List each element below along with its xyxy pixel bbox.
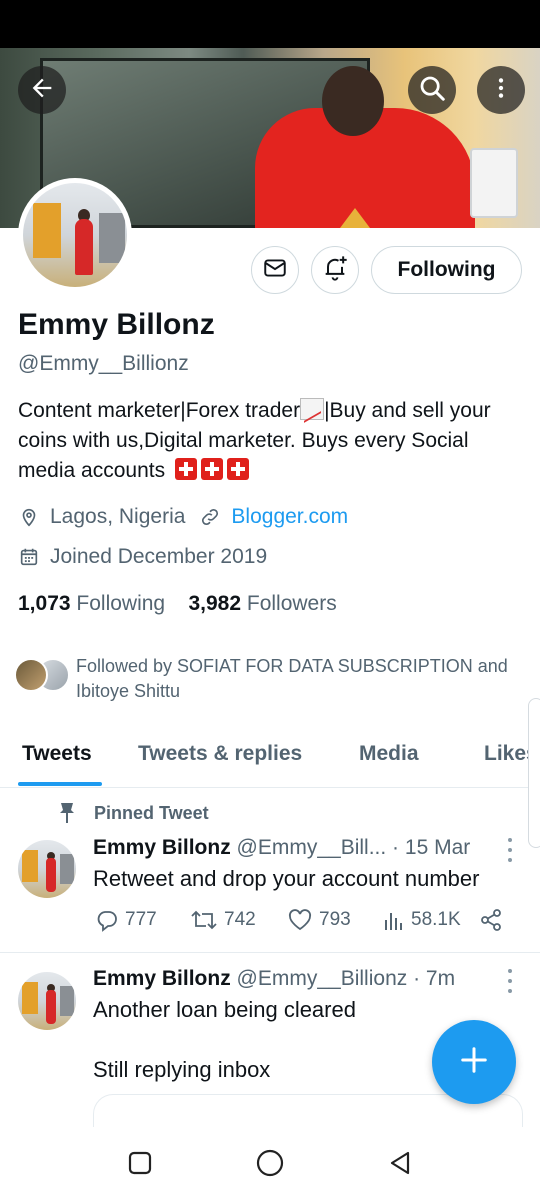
notifications-button[interactable]	[311, 246, 359, 294]
tweet-more-button[interactable]	[500, 969, 520, 993]
swiss-flag-icon	[174, 458, 197, 480]
search-icon	[417, 73, 447, 108]
views-icon	[383, 908, 405, 932]
followers-label: Followers	[246, 592, 337, 615]
reply-icon	[95, 908, 119, 932]
like-button[interactable]: 793	[287, 908, 351, 932]
following-label: Following	[76, 592, 166, 615]
share-button[interactable]	[479, 908, 509, 932]
profile-meta-location-row: Lagos, Nigeria Blogger.com	[18, 505, 348, 529]
tweet-header: Emmy Billonz @Emmy__Bill... · 15 Mar	[93, 836, 470, 860]
tweet-meta: @Emmy__Bill... · 15 Mar	[236, 836, 471, 859]
profile-bio: Content marketer|Forex trader |Buy and se…	[18, 396, 523, 486]
bio-text: Content marketer|Forex trader	[18, 399, 301, 422]
location-pin-icon	[18, 506, 40, 528]
reply-button[interactable]: 777	[95, 908, 157, 932]
profile-meta-joined-row: Joined December 2019	[18, 545, 267, 569]
tweet-text: Retweet and drop your account number	[93, 866, 480, 891]
tweet-more-button[interactable]	[500, 838, 520, 862]
heart-icon	[287, 908, 313, 932]
pinned-tweet-label: Pinned Tweet	[58, 802, 209, 824]
retweet-button[interactable]: 742	[190, 908, 256, 932]
back-button[interactable]	[18, 66, 66, 114]
retweet-icon	[190, 908, 218, 932]
following-button[interactable]: Following	[371, 246, 522, 294]
link-icon	[199, 506, 221, 528]
more-vertical-icon	[488, 75, 514, 106]
user-handle: @Emmy__Billionz	[18, 352, 189, 375]
status-bar	[0, 0, 540, 48]
tweet-text-line-2: Still replying inbox	[93, 1057, 271, 1082]
location-text: Lagos, Nigeria	[50, 505, 186, 528]
banner-person-head	[322, 66, 384, 136]
pinned-text: Pinned Tweet	[94, 802, 209, 823]
circle-nav-icon	[255, 1148, 285, 1183]
reply-count: 777	[125, 909, 157, 930]
plus-icon	[459, 1045, 489, 1080]
tweet-avatar[interactable]	[18, 840, 76, 898]
tweet-divider	[0, 952, 540, 953]
back-arrow-icon	[28, 74, 56, 107]
tab-media[interactable]: Media	[359, 742, 419, 766]
square-nav-icon	[127, 1150, 153, 1181]
followed-by-row[interactable]: Followed by SOFIAT FOR DATA SUBSCRIPTION…	[14, 654, 516, 704]
avatar-image	[23, 183, 127, 287]
chart-increasing-icon	[300, 398, 325, 420]
bell-plus-icon	[321, 254, 349, 287]
joined-text: Joined December 2019	[50, 545, 268, 568]
tweet-meta: @Emmy__Billionz · 7m	[236, 967, 456, 990]
scroll-handle[interactable]	[528, 698, 540, 848]
active-tab-indicator	[18, 782, 102, 786]
tweet-author-name[interactable]: Emmy Billonz	[93, 967, 231, 990]
back-nav-button[interactable]	[384, 1149, 416, 1181]
followed-by-avatars	[14, 654, 72, 694]
swiss-flag-icon	[200, 458, 223, 480]
tab-tweets-replies[interactable]: Tweets & replies	[138, 742, 302, 766]
tweet-avatar[interactable]	[18, 972, 76, 1030]
views-button[interactable]: 58.1K	[383, 908, 461, 932]
profile-avatar[interactable]	[18, 178, 132, 292]
followers-count-link[interactable]: 3,982 Followers	[188, 592, 336, 615]
tab-tweets[interactable]: Tweets	[22, 742, 92, 766]
tweet-text: Another loan being cleared	[93, 997, 356, 1022]
triangle-back-nav-icon	[386, 1149, 414, 1182]
share-icon	[479, 908, 503, 932]
profile-tabs: Tweets Tweets & replies Media Likes	[0, 730, 540, 788]
avatar	[14, 658, 48, 692]
more-options-button[interactable]	[477, 66, 525, 114]
message-button[interactable]	[251, 246, 299, 294]
views-count: 58.1K	[411, 909, 461, 930]
followers-count: 3,982	[188, 592, 242, 615]
banner-plaque	[470, 148, 518, 218]
calendar-icon	[18, 546, 40, 568]
display-name: Emmy Billonz	[18, 308, 215, 341]
follow-counts: 1,073 Following 3,982 Followers	[18, 592, 337, 616]
system-navigation-bar	[0, 1127, 540, 1200]
like-count: 793	[319, 909, 351, 930]
tweet-engagement-bar: 777 742 793 58.1K	[95, 908, 515, 938]
home-button[interactable]	[254, 1149, 286, 1181]
compose-tweet-button[interactable]	[432, 1020, 516, 1104]
swiss-flag-icon	[226, 458, 249, 480]
pin-icon	[58, 802, 76, 824]
retweet-count: 742	[224, 909, 256, 930]
website-link[interactable]: Blogger.com	[231, 505, 348, 529]
recent-apps-button[interactable]	[124, 1149, 156, 1181]
following-count-link[interactable]: 1,073 Following	[18, 592, 165, 615]
tweet-author-name[interactable]: Emmy Billonz	[93, 836, 231, 859]
search-button[interactable]	[408, 66, 456, 114]
following-count: 1,073	[18, 592, 71, 615]
envelope-icon	[262, 255, 288, 286]
followed-by-text: Followed by SOFIAT FOR DATA SUBSCRIPTION…	[76, 656, 508, 701]
tweet-header: Emmy Billonz @Emmy__Billionz · 7m	[93, 967, 455, 991]
